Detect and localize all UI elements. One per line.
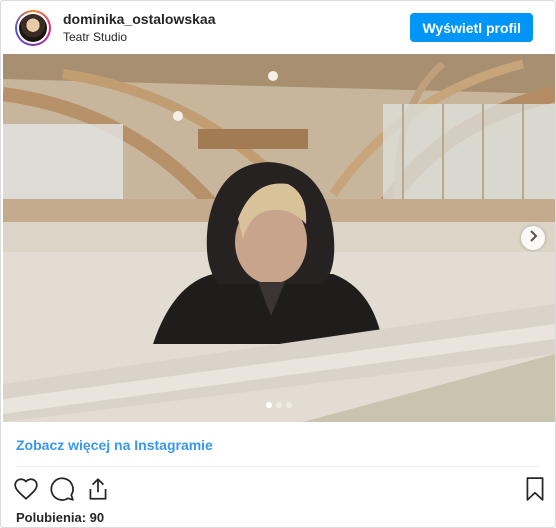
avatar[interactable] xyxy=(15,9,51,46)
view-profile-button[interactable]: Wyświetl profil xyxy=(410,13,533,42)
share-icon[interactable] xyxy=(85,476,111,502)
username-link[interactable]: dominika_ostalowskaa xyxy=(63,11,410,28)
next-slide-button[interactable] xyxy=(521,226,545,250)
carousel-dots xyxy=(3,402,555,408)
action-bar xyxy=(1,473,555,505)
post-header: dominika_ostalowskaa Teatr Studio Wyświe… xyxy=(1,1,555,54)
comment-icon[interactable] xyxy=(49,476,75,502)
avatar-image xyxy=(19,13,47,42)
heart-icon[interactable] xyxy=(13,476,39,502)
carousel-dot[interactable] xyxy=(266,402,272,408)
divider xyxy=(16,466,540,467)
bookmark-icon[interactable] xyxy=(522,476,548,502)
chevron-right-icon xyxy=(528,229,538,247)
carousel-dot[interactable] xyxy=(276,402,282,408)
location-link[interactable]: Teatr Studio xyxy=(63,30,410,44)
likes-count: Polubienia: 90 xyxy=(16,510,105,525)
post-media[interactable] xyxy=(3,54,555,422)
view-more-on-instagram-link[interactable]: Zobacz więcej na Instagramie xyxy=(16,437,213,453)
carousel-dot[interactable] xyxy=(286,402,292,408)
user-info: dominika_ostalowskaa Teatr Studio xyxy=(63,11,410,44)
post-photo xyxy=(3,54,555,422)
instagram-embed-card: dominika_ostalowskaa Teatr Studio Wyświe… xyxy=(0,0,556,528)
